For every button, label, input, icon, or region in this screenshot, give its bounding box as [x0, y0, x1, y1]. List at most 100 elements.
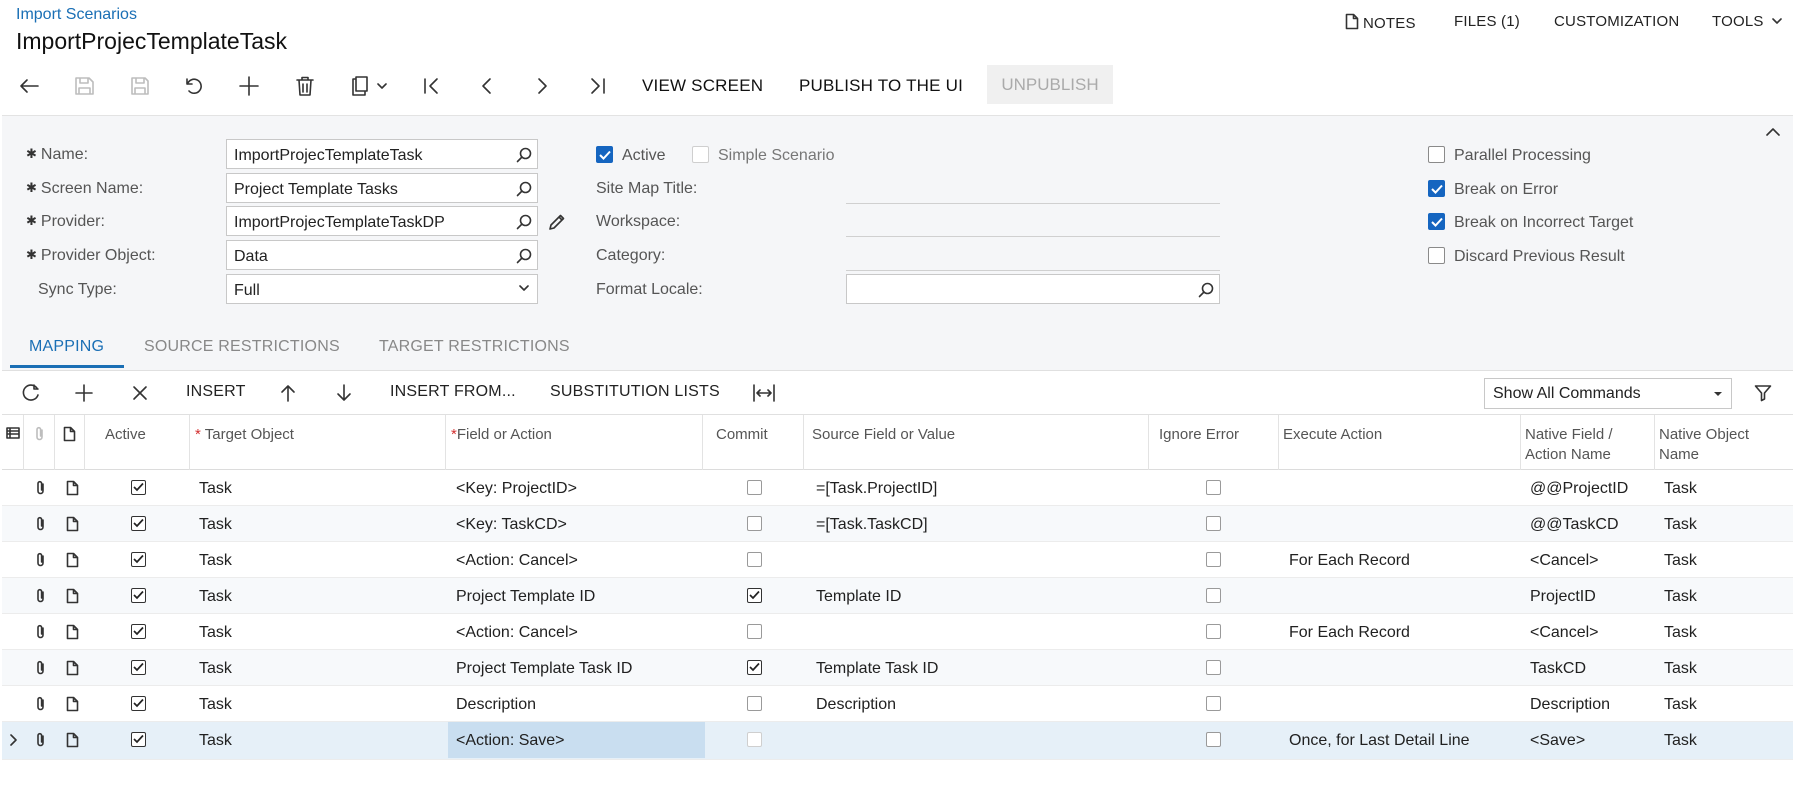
attachment-icon[interactable]	[35, 660, 47, 676]
commit-checkbox[interactable]	[747, 588, 762, 603]
source-field-cell[interactable]: =[Task.ProjectID]	[816, 480, 937, 498]
field-or-action-cell[interactable]: <Action: Cancel>	[456, 624, 578, 642]
next-record-button[interactable]	[524, 72, 560, 100]
tab-target-restrictions[interactable]: TARGET RESTRICTIONS	[379, 338, 570, 356]
simple-scenario-checkbox[interactable]	[692, 146, 709, 163]
back-button[interactable]	[12, 72, 48, 100]
note-icon[interactable]	[66, 516, 79, 532]
attachment-icon[interactable]	[35, 732, 47, 748]
break-on-error-checkbox[interactable]	[1428, 180, 1445, 197]
table-row[interactable]: Task Project Template Task ID Template Tas…	[2, 650, 1793, 686]
search-icon[interactable]	[516, 214, 532, 230]
target-object-cell[interactable]: Task	[199, 624, 232, 642]
tab-source-restrictions[interactable]: SOURCE RESTRICTIONS	[144, 338, 340, 356]
refresh-button[interactable]	[21, 383, 41, 403]
save-button[interactable]	[122, 72, 158, 100]
add-row-button[interactable]	[75, 384, 93, 402]
ignore-error-checkbox[interactable]	[1206, 624, 1221, 639]
ignore-error-checkbox[interactable]	[1206, 480, 1221, 495]
col-active[interactable]: Active	[105, 425, 146, 445]
publish-button[interactable]: PUBLISH TO THE UI	[799, 76, 963, 96]
commit-checkbox[interactable]	[747, 732, 762, 747]
active-checkbox[interactable]	[131, 480, 146, 495]
col-execute-action[interactable]: Execute Action	[1283, 425, 1382, 445]
sync-type-select[interactable]: Full	[226, 274, 538, 304]
search-icon[interactable]	[1198, 282, 1214, 298]
parallel-processing-checkbox[interactable]	[1428, 146, 1445, 163]
cancel-button[interactable]	[176, 72, 212, 100]
target-object-cell[interactable]: Task	[199, 696, 232, 714]
active-checkbox[interactable]	[596, 146, 613, 163]
note-icon[interactable]	[66, 732, 79, 748]
fit-columns-button[interactable]	[752, 384, 776, 402]
source-field-cell[interactable]: Description	[816, 696, 896, 714]
first-record-button[interactable]	[414, 72, 450, 100]
active-checkbox[interactable]	[131, 732, 146, 747]
attachment-icon[interactable]	[35, 552, 47, 568]
search-icon[interactable]	[516, 248, 532, 264]
tools-menu[interactable]: TOOLS	[1712, 13, 1782, 30]
target-object-cell[interactable]: Task	[199, 552, 232, 570]
name-input[interactable]: ImportProjecTemplateTask	[226, 139, 538, 169]
table-row[interactable]: Task Description Description Description Tas…	[2, 686, 1793, 722]
commit-checkbox[interactable]	[747, 696, 762, 711]
target-object-cell[interactable]: Task	[199, 516, 232, 534]
search-icon[interactable]	[516, 147, 532, 163]
source-field-cell[interactable]: Template Task ID	[816, 660, 938, 678]
attachment-icon[interactable]	[35, 696, 47, 712]
ignore-error-checkbox[interactable]	[1206, 588, 1221, 603]
target-object-cell[interactable]: Task	[199, 732, 232, 750]
active-checkbox[interactable]	[131, 624, 146, 639]
table-row[interactable]: Task <Action: Cancel> For Each Record <Canc…	[2, 542, 1793, 578]
col-native-object[interactable]: Native Object Name	[1659, 425, 1749, 465]
field-or-action-cell[interactable]: <Action: Save>	[456, 732, 565, 750]
delete-button[interactable]	[287, 72, 323, 100]
note-icon[interactable]	[66, 624, 79, 640]
target-object-cell[interactable]: Task	[199, 480, 232, 498]
ignore-error-checkbox[interactable]	[1206, 732, 1221, 747]
commit-checkbox[interactable]	[747, 516, 762, 531]
col-ignore-error[interactable]: Ignore Error	[1159, 425, 1239, 445]
insert-from-button[interactable]: INSERT FROM...	[390, 383, 516, 401]
active-checkbox[interactable]	[131, 588, 146, 603]
active-checkbox[interactable]	[131, 696, 146, 711]
insert-button[interactable]: INSERT	[186, 383, 246, 401]
substitution-lists-button[interactable]: SUBSTITUTION LISTS	[550, 383, 720, 401]
ignore-error-checkbox[interactable]	[1206, 516, 1221, 531]
commit-checkbox[interactable]	[747, 624, 762, 639]
col-native-field[interactable]: Native Field / Action Name	[1525, 425, 1613, 465]
provider-object-input[interactable]: Data	[226, 240, 538, 270]
table-row[interactable]: Task <Key: ProjectID> =[Task.ProjectID] @@P…	[2, 470, 1793, 506]
target-object-cell[interactable]: Task	[199, 588, 232, 606]
discard-previous-result-checkbox[interactable]	[1428, 247, 1445, 264]
move-down-button[interactable]	[336, 384, 352, 402]
target-object-cell[interactable]: Task	[199, 660, 232, 678]
customization-link[interactable]: CUSTOMIZATION	[1554, 13, 1679, 30]
ignore-error-checkbox[interactable]	[1206, 552, 1221, 567]
screen-name-input[interactable]: Project Template Tasks	[226, 173, 538, 203]
source-field-cell[interactable]: =[Task.TaskCD]	[816, 516, 928, 534]
table-row[interactable]: Task <Action: Cancel> For Each Record <Canc…	[2, 614, 1793, 650]
breadcrumb[interactable]: Import Scenarios	[16, 6, 137, 24]
col-field-or-action[interactable]: *Field or Action	[451, 425, 552, 445]
previous-record-button[interactable]	[469, 72, 505, 100]
commit-checkbox[interactable]	[747, 660, 762, 675]
files-link[interactable]: FILES (1)	[1454, 13, 1520, 30]
active-checkbox[interactable]	[131, 552, 146, 567]
field-or-action-cell[interactable]: <Action: Cancel>	[456, 552, 578, 570]
delete-row-button[interactable]	[132, 385, 148, 401]
note-icon[interactable]	[66, 696, 79, 712]
active-checkbox[interactable]	[131, 516, 146, 531]
table-row[interactable]: Task <Key: TaskCD> =[Task.TaskCD] @@TaskCD T…	[2, 506, 1793, 542]
collapse-button[interactable]	[1766, 127, 1780, 136]
attachment-icon[interactable]	[35, 624, 47, 640]
unpublish-button[interactable]: UNPUBLISH	[987, 65, 1113, 104]
row-selector-icon[interactable]	[6, 426, 20, 440]
attachment-icon[interactable]	[35, 588, 47, 604]
add-button[interactable]	[231, 72, 267, 100]
table-row[interactable]: Task Project Template ID Template ID Projec…	[2, 578, 1793, 614]
command-filter-select[interactable]: Show All Commands	[1484, 378, 1732, 409]
view-screen-button[interactable]: VIEW SCREEN	[642, 76, 763, 96]
attachment-icon[interactable]	[35, 480, 47, 496]
execute-action-cell[interactable]: Once, for Last Detail Line	[1289, 732, 1470, 750]
